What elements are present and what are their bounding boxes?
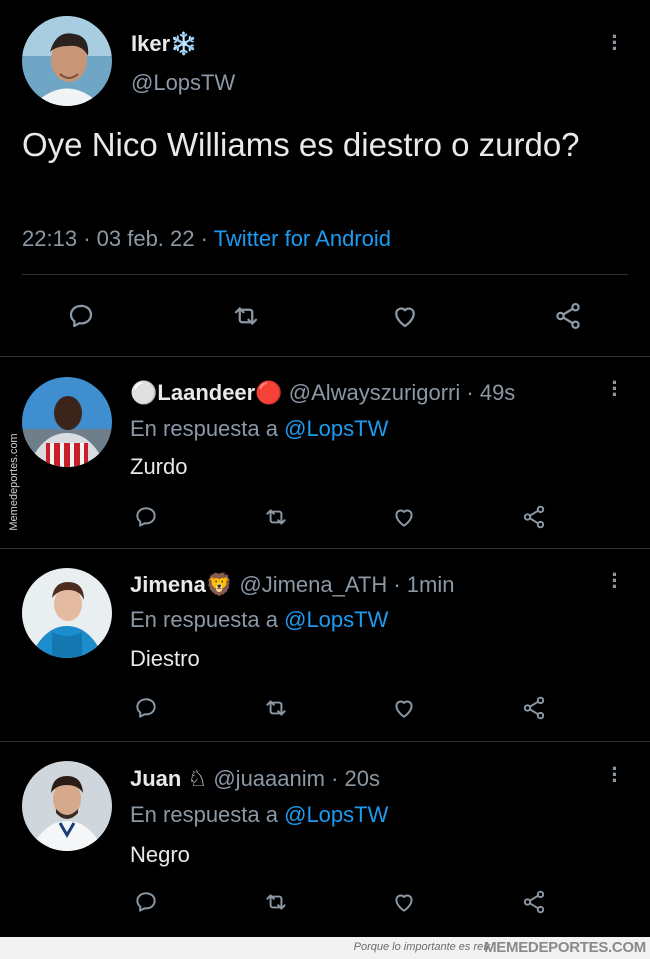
- mention-link[interactable]: @LopsTW: [284, 416, 388, 441]
- reply-header: Juan ♘ @juaaanim · 20s: [130, 766, 380, 792]
- reply-icon[interactable]: [128, 884, 164, 920]
- reply-time: 49s: [479, 380, 516, 405]
- replying-to-label: En respuesta a: [130, 802, 278, 827]
- like-icon[interactable]: [387, 298, 423, 334]
- reply-author-name-text: Juan: [130, 766, 182, 791]
- more-vertical-icon[interactable]: · · ·: [609, 758, 621, 792]
- reply-author-name-text: Laandeer: [157, 380, 256, 405]
- reply-text: Zurdo: [130, 454, 188, 479]
- like-icon[interactable]: [386, 690, 422, 726]
- watermark-slogan: Porque lo importante es reír: [353, 941, 490, 953]
- meta-separator: ·: [83, 226, 91, 251]
- like-icon[interactable]: [386, 499, 422, 535]
- mention-link[interactable]: @LopsTW: [284, 607, 388, 632]
- reply-author-name-text: Jimena: [130, 572, 206, 597]
- tweet-time: 22:13: [22, 226, 78, 251]
- share-icon[interactable]: [516, 690, 552, 726]
- meta-separator: ·: [331, 766, 339, 791]
- avatar[interactable]: [22, 16, 112, 106]
- retweet-icon[interactable]: [258, 884, 294, 920]
- main-tweet: Iker❄️ @LopsTW · · · Oye Nico Williams es …: [0, 0, 650, 356]
- author-handle[interactable]: @LopsTW: [131, 70, 235, 96]
- tweet-source-link[interactable]: Twitter for Android: [214, 226, 391, 251]
- meta-separator: ·: [466, 380, 474, 405]
- more-vertical-icon[interactable]: · · ·: [609, 564, 621, 598]
- owl-icon: ♘: [187, 766, 208, 791]
- replying-to-label: En respuesta a: [130, 416, 278, 441]
- reply-tweet[interactable]: Juan ♘ @juaaanim · 20s · · · En respuesta …: [0, 741, 650, 937]
- reply-icon[interactable]: [128, 690, 164, 726]
- meta-separator: ·: [393, 572, 401, 597]
- author-name-text: Iker: [131, 31, 171, 56]
- reply-time: 1min: [406, 572, 455, 597]
- avatar[interactable]: [22, 377, 112, 467]
- replying-to-label: En respuesta a: [130, 607, 278, 632]
- lion-icon: 🦁: [205, 572, 234, 597]
- snowflake-icon: ❄️: [170, 31, 198, 56]
- replying-to: En respuesta a @LopsTW: [130, 802, 388, 828]
- retweet-icon[interactable]: [258, 690, 294, 726]
- more-vertical-icon[interactable]: · · ·: [609, 372, 621, 406]
- replying-to: En respuesta a @LopsTW: [130, 416, 388, 442]
- tweet-date: 03 feb. 22: [96, 226, 195, 251]
- divider: [22, 274, 628, 275]
- share-icon[interactable]: [516, 884, 552, 920]
- reply-icon[interactable]: [63, 298, 99, 334]
- share-icon[interactable]: [516, 499, 552, 535]
- reply-author-handle[interactable]: @Alwayszurigorri: [289, 380, 460, 405]
- reply-header: ⚪Laandeer🔴 @Alwayszurigorri · 49s: [130, 380, 515, 406]
- reply-text: Negro: [130, 842, 190, 867]
- share-icon[interactable]: [550, 298, 586, 334]
- reply-icon[interactable]: [128, 499, 164, 535]
- reply-header: Jimena🦁 @Jimena_ATH · 1min: [130, 572, 454, 598]
- reply-author-name[interactable]: Juan ♘: [130, 766, 207, 791]
- reply-time: 20s: [344, 766, 381, 791]
- mention-link[interactable]: @LopsTW: [284, 802, 388, 827]
- retweet-icon[interactable]: [258, 499, 294, 535]
- like-icon[interactable]: [386, 884, 422, 920]
- avatar[interactable]: [22, 761, 112, 851]
- red-circle-icon: 🔴: [255, 380, 283, 405]
- white-circle-icon: ⚪: [130, 380, 158, 405]
- reply-author-handle[interactable]: @Jimena_ATH: [239, 572, 387, 597]
- more-vertical-icon[interactable]: · · ·: [609, 26, 621, 60]
- reply-tweet[interactable]: ⚪Laandeer🔴 @Alwayszurigorri · 49s · · · En…: [0, 356, 650, 548]
- footer-watermark: Porque lo importante es reír MEMEDEPORTE…: [0, 937, 650, 959]
- reply-author-name[interactable]: ⚪Laandeer🔴: [130, 380, 283, 405]
- author-name[interactable]: Iker❄️: [131, 31, 198, 57]
- watermark-brand: MEMEDEPORTES.COM: [484, 939, 646, 956]
- reply-author-name[interactable]: Jimena🦁: [130, 572, 233, 597]
- tweet-text: Oye Nico Williams es diestro o zurdo?: [22, 126, 580, 163]
- meta-separator: ·: [200, 226, 208, 251]
- reply-text: Diestro: [130, 646, 200, 671]
- retweet-icon[interactable]: [228, 298, 264, 334]
- replying-to: En respuesta a @LopsTW: [130, 607, 388, 633]
- reply-author-handle[interactable]: @juaaanim: [213, 766, 325, 791]
- tweet-metadata: 22:13 · 03 feb. 22 · Twitter for Android: [22, 226, 391, 252]
- avatar[interactable]: [22, 568, 112, 658]
- reply-tweet[interactable]: Jimena🦁 @Jimena_ATH · 1min · · · En respue…: [0, 548, 650, 741]
